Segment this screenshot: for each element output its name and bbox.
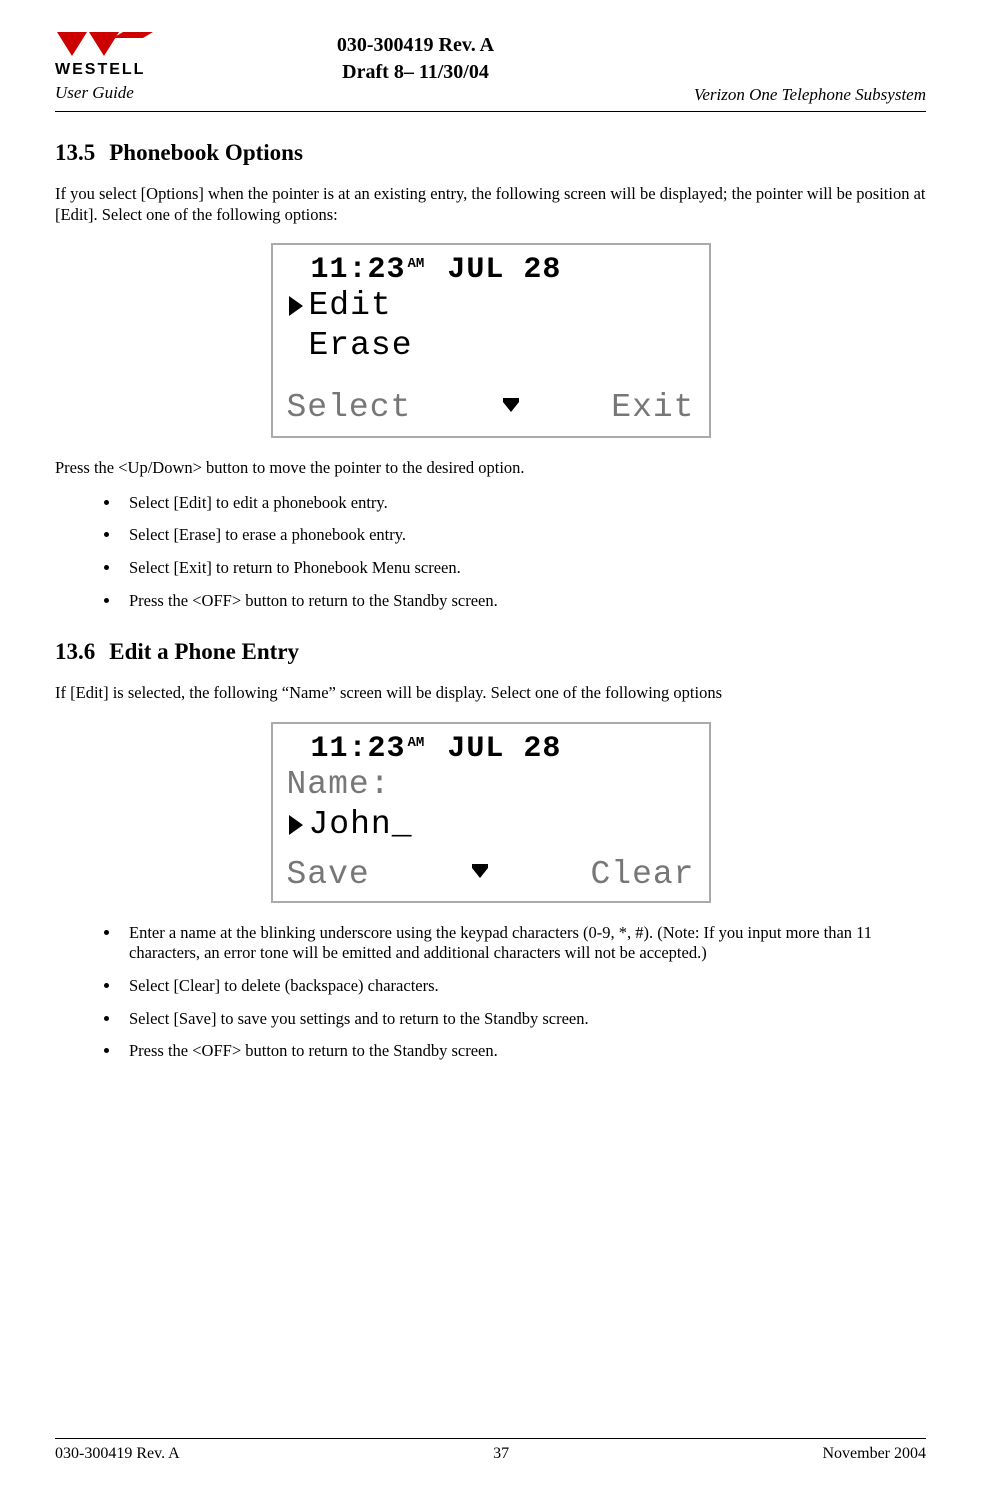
down-arrow-icon — [472, 868, 488, 878]
lcd-softkey-right: Clear — [590, 856, 694, 893]
page-header: WESTELL User Guide 030-300419 Rev. A Dra… — [55, 30, 926, 105]
section-title: Edit a Phone Entry — [109, 639, 299, 664]
header-right-sub: Verizon One Telephone Subsystem — [656, 30, 926, 105]
down-arrow-icon — [503, 402, 519, 412]
lcd-date: JUL 28 — [447, 732, 561, 766]
footer-left: 030-300419 Rev. A — [55, 1445, 180, 1463]
lcd-screenshot-1: 11:23AM JUL 28 Edit Erase Select Exit — [271, 243, 711, 438]
footer-rule — [55, 1438, 926, 1439]
list-item: Select [Exit] to return to Phonebook Men… — [121, 558, 926, 579]
footer-page-number: 37 — [180, 1445, 823, 1463]
lcd-softkey-row: Save Clear — [287, 856, 695, 893]
pointer-icon — [289, 296, 303, 316]
list-item: Press the <OFF> button to return to the … — [121, 1041, 926, 1062]
section-heading-13-6: 13.6 Edit a Phone Entry — [55, 639, 926, 665]
bullet-list-1: Select [Edit] to edit a phonebook entry.… — [55, 493, 926, 612]
list-item: Select [Erase] to erase a phonebook entr… — [121, 525, 926, 546]
paragraph: If you select [Options] when the pointer… — [55, 184, 926, 225]
lcd-clock-row: 11:23AM JUL 28 — [287, 732, 695, 766]
doc-number: 030-300419 Rev. A — [175, 32, 656, 59]
header-left-sub: User Guide — [55, 85, 175, 100]
lcd-option-edit: Edit — [309, 287, 392, 325]
lcd-ampm: AM — [408, 256, 425, 272]
lcd-softkey-left: Save — [287, 856, 370, 893]
section-heading-13-5: 13.5 Phonebook Options — [55, 140, 926, 166]
lcd-time: 11:23 — [311, 253, 406, 287]
header-rule — [55, 111, 926, 112]
bullet-list-2: Enter a name at the blinking underscore … — [55, 923, 926, 1062]
draft-line: Draft 8– 11/30/04 — [175, 59, 656, 86]
lcd-row-name-label: Name: — [287, 766, 695, 804]
section-number: 13.6 — [55, 639, 95, 664]
list-item: Enter a name at the blinking underscore … — [121, 923, 926, 964]
list-item: Select [Save] to save you settings and t… — [121, 1009, 926, 1030]
lcd-screenshot-2: 11:23AM JUL 28 Name: John_ Save Clear — [271, 722, 711, 903]
section-title: Phonebook Options — [109, 140, 303, 165]
page-footer: 030-300419 Rev. A 37 November 2004 — [55, 1438, 926, 1463]
section-number: 13.5 — [55, 140, 95, 165]
pointer-icon — [289, 815, 303, 835]
lcd-name-label: Name: — [287, 766, 391, 804]
paragraph: If [Edit] is selected, the following “Na… — [55, 683, 926, 704]
lcd-row-erase: Erase — [287, 327, 695, 365]
lcd-option-erase: Erase — [309, 327, 413, 365]
lcd-row-edit: Edit — [287, 287, 695, 325]
lcd-row-name-value: John_ — [287, 806, 695, 844]
lcd-name-value: John_ — [309, 806, 413, 844]
header-center: 030-300419 Rev. A Draft 8– 11/30/04 — [175, 30, 656, 86]
brand-logo: WESTELL User Guide — [55, 30, 175, 101]
footer-right: November 2004 — [822, 1445, 926, 1463]
lcd-softkey-row: Select Exit — [287, 389, 695, 426]
list-item: Select [Edit] to edit a phonebook entry. — [121, 493, 926, 514]
paragraph: Press the <Up/Down> button to move the p… — [55, 458, 926, 479]
lcd-clock-row: 11:23AM JUL 28 — [287, 253, 695, 287]
lcd-time: 11:23 — [311, 732, 406, 766]
lcd-softkey-left: Select — [287, 389, 412, 426]
lcd-date: JUL 28 — [447, 253, 561, 287]
list-item: Select [Clear] to delete (backspace) cha… — [121, 976, 926, 997]
lcd-ampm: AM — [408, 735, 425, 751]
list-item: Press the <OFF> button to return to the … — [121, 591, 926, 612]
westell-logo-icon: WESTELL — [55, 30, 155, 78]
logo-text: WESTELL — [55, 61, 145, 78]
lcd-softkey-right: Exit — [611, 389, 694, 426]
